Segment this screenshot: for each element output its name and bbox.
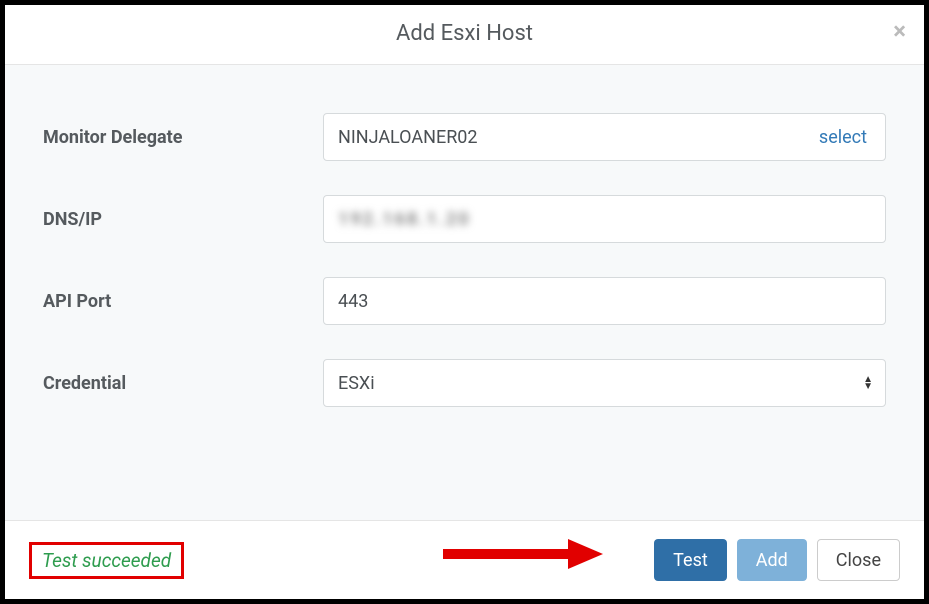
status-message: Test succeeded: [29, 542, 184, 579]
select-delegate-link[interactable]: select: [819, 127, 867, 148]
row-monitor-delegate: Monitor Delegate NINJALOANER02 select: [43, 113, 886, 161]
api-port-value: 443: [338, 291, 368, 312]
monitor-delegate-field[interactable]: NINJALOANER02 select: [323, 113, 886, 161]
test-button[interactable]: Test: [654, 539, 727, 581]
close-button[interactable]: Close: [817, 539, 900, 581]
label-api-port: API Port: [43, 291, 323, 312]
modal-dialog: Add Esxi Host × Monitor Delegate NINJALO…: [0, 0, 929, 604]
row-api-port: API Port 443: [43, 277, 886, 325]
row-credential: Credential ESXi ▲▼: [43, 359, 886, 407]
modal-body: Monitor Delegate NINJALOANER02 select DN…: [5, 65, 924, 520]
label-dns-ip: DNS/IP: [43, 209, 323, 230]
dns-ip-input[interactable]: 192.168.1.20: [323, 195, 886, 243]
close-icon[interactable]: ×: [893, 19, 906, 43]
monitor-delegate-value: NINJALOANER02: [338, 127, 478, 148]
label-credential: Credential: [43, 373, 323, 394]
footer-buttons: Test Add Close: [654, 539, 900, 581]
row-dns-ip: DNS/IP 192.168.1.20: [43, 195, 886, 243]
credential-value: ESXi: [338, 373, 375, 394]
modal-header: Add Esxi Host ×: [5, 5, 924, 65]
credential-select[interactable]: ESXi ▲▼: [323, 359, 886, 407]
modal-footer: Test succeeded Test Add Close: [5, 520, 924, 599]
label-monitor-delegate: Monitor Delegate: [43, 127, 323, 148]
modal-title: Add Esxi Host: [25, 21, 904, 46]
add-button[interactable]: Add: [737, 539, 807, 581]
dns-ip-value: 192.168.1.20: [338, 209, 471, 230]
api-port-input[interactable]: 443: [323, 277, 886, 325]
chevron-updown-icon: ▲▼: [863, 376, 873, 390]
